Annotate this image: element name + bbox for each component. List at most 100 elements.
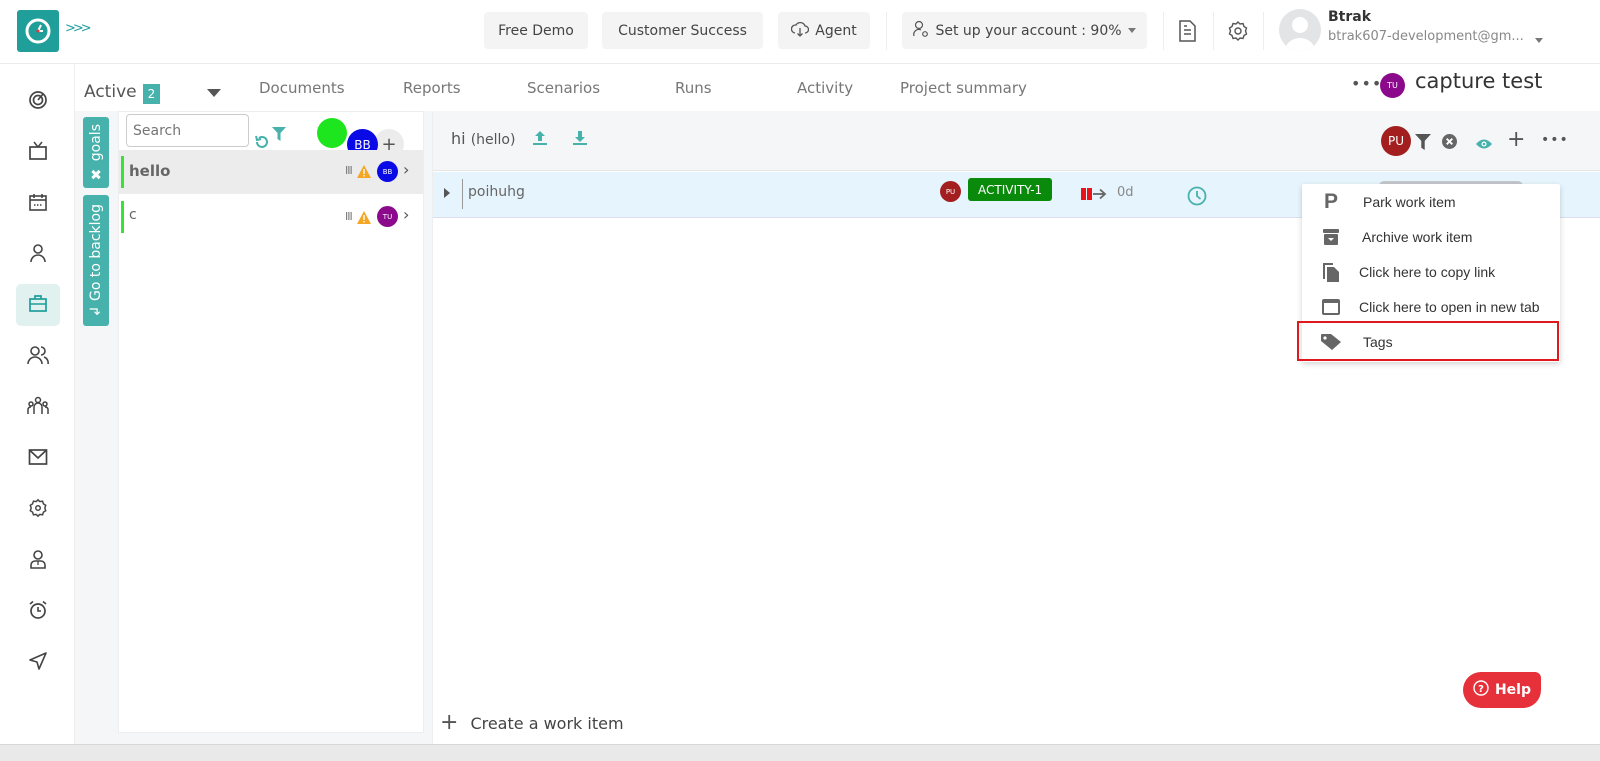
sidebar-item-calendar[interactable] bbox=[16, 183, 60, 225]
menu-item-open-new-tab[interactable]: Click here to open in new tab bbox=[1302, 289, 1560, 324]
agent-label: Agent bbox=[815, 22, 857, 39]
user-icon bbox=[28, 243, 48, 267]
backlog-tab-label: Go to backlog bbox=[88, 203, 104, 301]
calendar-icon bbox=[28, 192, 48, 216]
sidebar-item-dashboard[interactable] bbox=[16, 81, 60, 123]
filter-icon[interactable] bbox=[1415, 134, 1431, 154]
chevron-right-icon[interactable]: › bbox=[403, 205, 409, 224]
assignee-filter-avatar[interactable]: PU bbox=[1381, 126, 1411, 156]
setup-account-label: Set up your account : 90% bbox=[935, 22, 1122, 39]
menu-item-park[interactable]: P Park work item bbox=[1302, 184, 1560, 219]
sidebar-item-team[interactable] bbox=[16, 336, 60, 378]
goal-search-input[interactable] bbox=[126, 114, 249, 147]
goal-list-item[interactable]: c III TU › bbox=[119, 195, 423, 239]
question-circle-icon: ? bbox=[1473, 680, 1489, 700]
user-name: Btrak bbox=[1328, 9, 1372, 25]
goals-vertical-tab[interactable]: ✖ goals bbox=[83, 117, 109, 188]
warning-icon bbox=[357, 163, 371, 182]
priority-icon: III bbox=[345, 210, 353, 223]
tab-activity[interactable]: Activity bbox=[797, 79, 853, 97]
cloud-download-icon bbox=[791, 21, 810, 41]
send-icon bbox=[28, 651, 48, 675]
user-settings-icon bbox=[913, 20, 929, 42]
target-icon bbox=[28, 90, 48, 114]
gear-icon[interactable] bbox=[1225, 18, 1251, 44]
svg-text:?: ? bbox=[1478, 684, 1484, 695]
free-demo-button[interactable]: Free Demo bbox=[484, 12, 588, 49]
add-work-item-icon[interactable]: + bbox=[1507, 127, 1525, 152]
horizontal-scrollbar[interactable] bbox=[0, 744, 1600, 761]
agent-button[interactable]: Agent bbox=[778, 12, 870, 49]
tab-reports[interactable]: Reports bbox=[403, 79, 461, 97]
online-status-indicator bbox=[317, 118, 347, 148]
expand-sidebar-icon[interactable]: >>> bbox=[65, 21, 92, 36]
goal-status-bar bbox=[121, 201, 124, 233]
sidebar-item-tv[interactable] bbox=[16, 132, 60, 174]
plus-icon: + bbox=[440, 710, 459, 735]
sidebar-item-projects[interactable] bbox=[16, 284, 60, 326]
sidebar-item-alarm[interactable] bbox=[16, 591, 60, 633]
chevron-down-icon bbox=[1127, 28, 1136, 33]
expand-row-icon[interactable] bbox=[444, 188, 450, 198]
clear-filter-icon[interactable] bbox=[1442, 134, 1457, 153]
users-icon bbox=[27, 345, 49, 369]
arrow-back-icon: ↲ bbox=[88, 300, 104, 318]
tv-icon bbox=[28, 141, 48, 165]
document-icon[interactable] bbox=[1174, 18, 1200, 44]
tab-scenarios[interactable]: Scenarios bbox=[527, 79, 600, 97]
project-subheader: Active 2 Documents Reports Scenarios Run… bbox=[75, 64, 1600, 111]
estimate-status-icon bbox=[1081, 186, 1107, 205]
tab-documents[interactable]: Documents bbox=[259, 79, 345, 97]
eye-icon[interactable] bbox=[1475, 135, 1493, 154]
chevron-right-icon[interactable]: › bbox=[403, 160, 409, 179]
sidebar-item-mail[interactable] bbox=[16, 438, 60, 480]
upload-icon[interactable] bbox=[532, 130, 548, 150]
priority-icon: III bbox=[345, 164, 353, 177]
status-filter-label: Active bbox=[84, 82, 137, 102]
divider bbox=[1163, 12, 1164, 50]
alarm-icon bbox=[28, 600, 48, 624]
clock-icon[interactable] bbox=[1187, 186, 1207, 210]
status-dropdown-caret[interactable] bbox=[207, 89, 221, 97]
menu-item-label: Click here to open in new tab bbox=[1359, 298, 1540, 315]
goal-list-item[interactable]: hello III BB › bbox=[119, 150, 423, 194]
backlog-vertical-tab[interactable]: ↲ Go to backlog bbox=[83, 195, 109, 326]
copy-icon bbox=[1320, 261, 1342, 283]
timer-logo-icon[interactable] bbox=[17, 10, 59, 52]
menu-item-archive[interactable]: Archive work item bbox=[1302, 219, 1560, 254]
filter-icon[interactable] bbox=[272, 126, 286, 145]
profile-icon bbox=[28, 549, 48, 573]
sidebar-item-user[interactable] bbox=[16, 234, 60, 276]
setup-account-dropdown[interactable]: Set up your account : 90% bbox=[902, 12, 1147, 49]
row-divider bbox=[462, 179, 463, 209]
duration-value: 0d bbox=[1117, 185, 1134, 200]
more-options-icon[interactable]: ••• bbox=[1351, 74, 1382, 93]
create-work-item-button[interactable]: + Create a work item bbox=[440, 712, 624, 734]
chevron-down-icon bbox=[1535, 38, 1543, 43]
help-button[interactable]: ? Help bbox=[1463, 672, 1541, 708]
new-tab-icon bbox=[1320, 296, 1342, 318]
divider bbox=[1213, 12, 1214, 50]
tab-project-summary[interactable]: Project summary bbox=[900, 79, 1027, 97]
sidebar-item-send[interactable] bbox=[16, 642, 60, 684]
sidebar-item-settings[interactable] bbox=[16, 489, 60, 531]
user-menu-caret[interactable] bbox=[1535, 28, 1543, 47]
assignee-avatar: PU bbox=[940, 181, 961, 202]
sidebar-item-groups[interactable] bbox=[16, 387, 60, 429]
tab-runs[interactable]: Runs bbox=[675, 79, 712, 97]
free-demo-label: Free Demo bbox=[498, 22, 574, 39]
work-item-name[interactable]: poihuhg bbox=[468, 184, 525, 200]
menu-item-copy-link[interactable]: Click here to copy link bbox=[1302, 254, 1560, 289]
user-avatar[interactable] bbox=[1279, 9, 1321, 51]
mail-icon bbox=[28, 448, 48, 470]
more-options-icon[interactable]: ••• bbox=[1541, 132, 1569, 148]
customer-success-button[interactable]: Customer Success bbox=[602, 12, 763, 49]
park-icon: P bbox=[1323, 189, 1338, 213]
work-item-type-badge: ACTIVITY-1 bbox=[968, 178, 1053, 201]
project-name[interactable]: capture test bbox=[1415, 69, 1542, 93]
sidebar-item-profile[interactable] bbox=[16, 540, 60, 582]
archive-icon bbox=[1320, 226, 1342, 248]
download-icon[interactable] bbox=[572, 130, 588, 150]
goal-owner-avatar: TU bbox=[377, 206, 398, 227]
menu-item-label: Park work item bbox=[1363, 193, 1456, 210]
